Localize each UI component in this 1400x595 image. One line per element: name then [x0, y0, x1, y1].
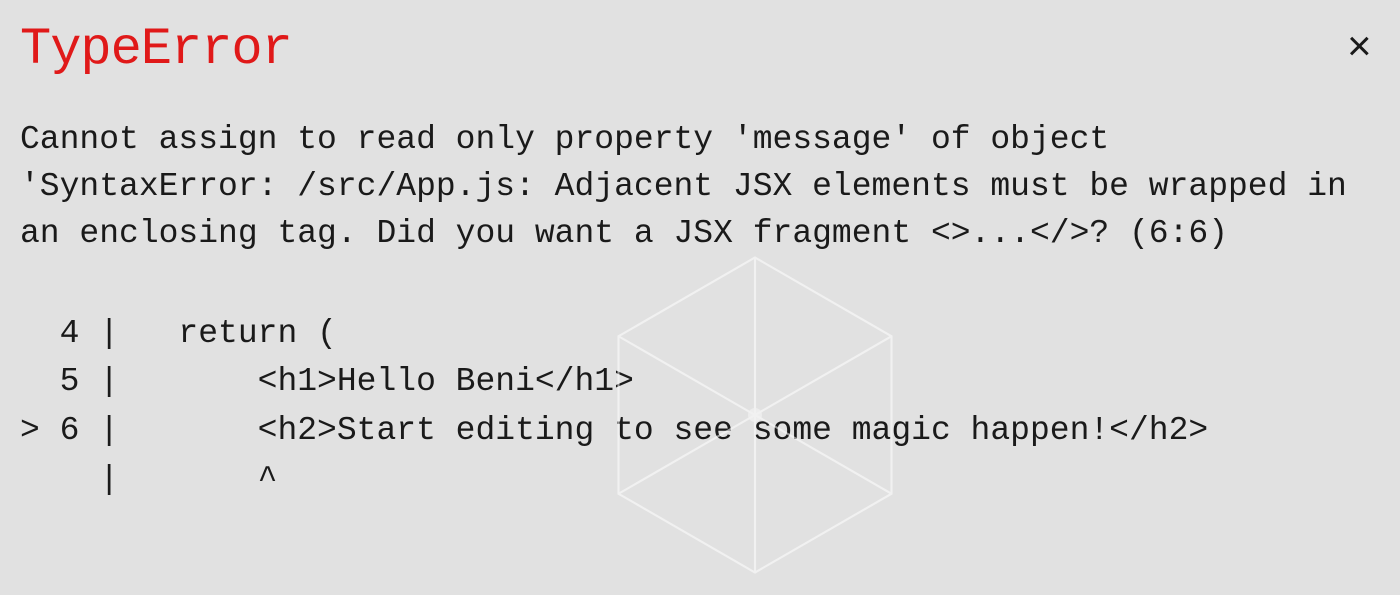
error-header: TypeError × — [20, 20, 1380, 79]
code-frame: 4 | return ( 5 | <h1>Hello Beni</h1> > 6… — [20, 310, 1380, 505]
error-overlay: TypeError × Cannot assign to read only p… — [0, 0, 1400, 525]
close-icon[interactable]: × — [1347, 28, 1372, 70]
error-description: Cannot assign to read only property 'mes… — [20, 117, 1380, 258]
error-title: TypeError — [20, 20, 292, 79]
